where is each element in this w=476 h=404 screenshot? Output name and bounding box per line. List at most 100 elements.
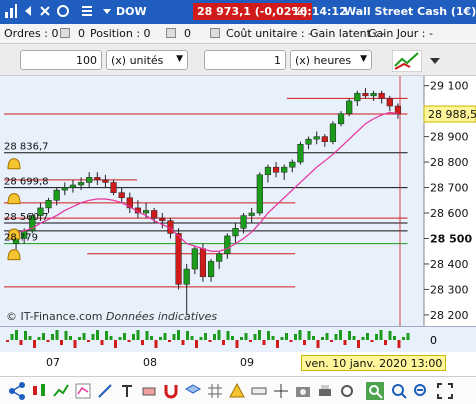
print-icon[interactable] bbox=[316, 382, 334, 400]
position-count: 0 bbox=[184, 27, 191, 40]
indicator-icon[interactable] bbox=[74, 382, 92, 400]
settings-icon[interactable] bbox=[338, 382, 356, 400]
signal-icon[interactable] bbox=[4, 3, 18, 19]
candle-body bbox=[77, 182, 85, 186]
volume-bar bbox=[352, 336, 356, 340]
volume-bar bbox=[258, 330, 261, 340]
text-icon[interactable] bbox=[118, 382, 136, 400]
volume-bar bbox=[46, 340, 50, 342]
level-label: 28 836,7 bbox=[4, 142, 49, 153]
zoom-icon[interactable] bbox=[366, 382, 384, 400]
volume-bar bbox=[226, 331, 230, 340]
volume-bar bbox=[181, 340, 185, 345]
market-name: Wall Street Cash (1€) bbox=[344, 5, 476, 18]
volume-bar bbox=[186, 331, 189, 340]
volume-bar bbox=[222, 340, 225, 345]
fullscreen-icon[interactable] bbox=[436, 382, 454, 400]
y-tick-label: 28 200 bbox=[430, 309, 469, 322]
volume-bar bbox=[204, 333, 207, 340]
day-gain-label: Gain Jour : - bbox=[368, 27, 433, 40]
volume-bar bbox=[307, 331, 311, 340]
position-close-icon[interactable] bbox=[166, 28, 176, 38]
drawing-icon[interactable] bbox=[96, 382, 114, 400]
instrument-name[interactable]: DOW bbox=[116, 5, 147, 18]
x-label-08: 08 bbox=[143, 356, 157, 369]
volume-bar bbox=[249, 340, 252, 342]
ruler-icon[interactable] bbox=[250, 382, 268, 400]
chevron-down-icon[interactable] bbox=[428, 52, 442, 70]
volume-bar bbox=[235, 340, 239, 348]
bell-icon bbox=[7, 158, 21, 170]
volume-bar bbox=[154, 340, 158, 348]
volume-bar bbox=[280, 337, 284, 340]
candle-body bbox=[232, 228, 239, 237]
orders-close-icon[interactable] bbox=[60, 28, 70, 38]
candle-body bbox=[240, 215, 247, 229]
volume-bar bbox=[375, 334, 378, 340]
chart-canvas[interactable]: 29 10029 00028 90028 80028 70028 60028 5… bbox=[0, 76, 476, 326]
y-tick-label: 28 400 bbox=[430, 258, 469, 271]
price-chart[interactable]: 29 10029 00028 90028 80028 70028 60028 5… bbox=[0, 76, 476, 326]
zoom-out-icon[interactable] bbox=[412, 382, 430, 400]
settings-icon[interactable] bbox=[56, 3, 70, 19]
volume-bar bbox=[312, 336, 315, 340]
share-icon[interactable] bbox=[8, 382, 26, 400]
volume-bar bbox=[276, 340, 279, 348]
volume-bar bbox=[366, 333, 369, 340]
volume-bar bbox=[294, 334, 297, 340]
candle-body bbox=[256, 174, 263, 214]
arrow-icon[interactable] bbox=[22, 3, 36, 19]
candle-icon[interactable] bbox=[30, 382, 48, 400]
orders-bar: Ordres : 0 0 Position : 0 0 Coût unitair… bbox=[0, 24, 476, 44]
volume-bar bbox=[37, 337, 41, 340]
magnet-icon[interactable] bbox=[162, 382, 180, 400]
volume-bar bbox=[321, 337, 324, 340]
bell-icon bbox=[7, 193, 21, 205]
volume-bar bbox=[168, 340, 171, 342]
trend-icon[interactable] bbox=[392, 50, 422, 72]
grid-icon[interactable] bbox=[206, 382, 224, 400]
candle-body bbox=[175, 233, 182, 285]
volume-bar bbox=[105, 331, 108, 340]
volume-bar bbox=[357, 340, 360, 348]
alert-icon[interactable] bbox=[228, 382, 246, 400]
volume-bar bbox=[64, 331, 68, 340]
menu-icon[interactable] bbox=[80, 3, 94, 19]
candle-body bbox=[191, 248, 198, 270]
camera-icon[interactable] bbox=[294, 382, 312, 400]
candle-body bbox=[142, 210, 150, 214]
candle-body bbox=[94, 177, 101, 181]
zoom-in-icon[interactable] bbox=[390, 382, 408, 400]
volume-bar bbox=[6, 340, 9, 342]
candle-body bbox=[110, 182, 117, 193]
period-unit-select[interactable]: (x) heures ▼ bbox=[290, 50, 372, 70]
candle-body bbox=[102, 179, 109, 183]
chart-type-icon[interactable] bbox=[52, 382, 70, 400]
volume-bar bbox=[370, 340, 374, 342]
quantity-unit-label: (x) unités bbox=[111, 54, 164, 67]
volume-bar bbox=[244, 333, 248, 340]
period-input[interactable]: 1 bbox=[204, 50, 286, 70]
candle-body bbox=[329, 123, 337, 142]
volume-bar bbox=[69, 336, 72, 340]
eraser-icon[interactable] bbox=[140, 382, 158, 400]
chevron-down-icon: ▼ bbox=[176, 54, 183, 64]
unit-cost-icon[interactable] bbox=[210, 28, 220, 38]
cursor-date: ven. 10 janv. 2020 13:00 bbox=[301, 355, 447, 371]
volume-bar bbox=[190, 336, 194, 340]
y-tick-label: 28 500 bbox=[430, 232, 472, 245]
crosshair-icon[interactable] bbox=[272, 382, 290, 400]
layers-icon[interactable] bbox=[184, 382, 202, 400]
close-icon[interactable] bbox=[38, 3, 52, 19]
volume-bar bbox=[172, 334, 176, 340]
volume-bar bbox=[60, 340, 63, 345]
dropdown-arrow-icon[interactable] bbox=[100, 3, 114, 19]
volume-bar bbox=[109, 336, 113, 340]
volume-bar bbox=[285, 333, 288, 340]
volume-bar bbox=[406, 333, 410, 340]
volume-canvas: 0 bbox=[6, 330, 437, 348]
volume-bar bbox=[87, 340, 90, 342]
quantity-input[interactable]: 100 bbox=[20, 50, 102, 70]
quantity-unit-select[interactable]: (x) unités ▼ bbox=[106, 50, 188, 70]
volume-bar bbox=[253, 334, 257, 340]
